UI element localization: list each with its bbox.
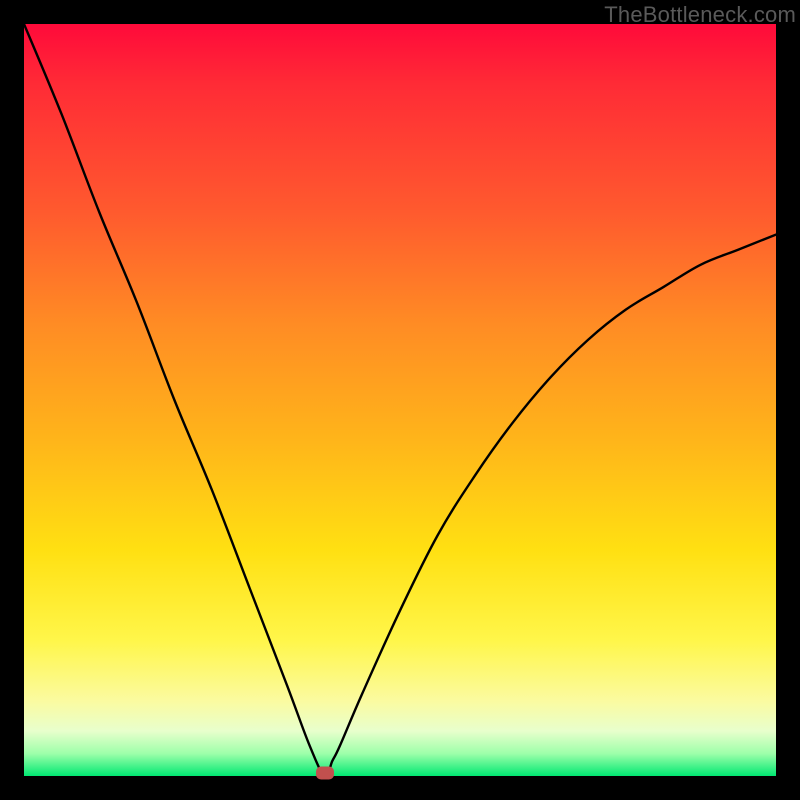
bottleneck-curve bbox=[24, 24, 776, 776]
optimal-point-marker bbox=[316, 767, 334, 780]
watermark-text: TheBottleneck.com bbox=[604, 2, 796, 28]
